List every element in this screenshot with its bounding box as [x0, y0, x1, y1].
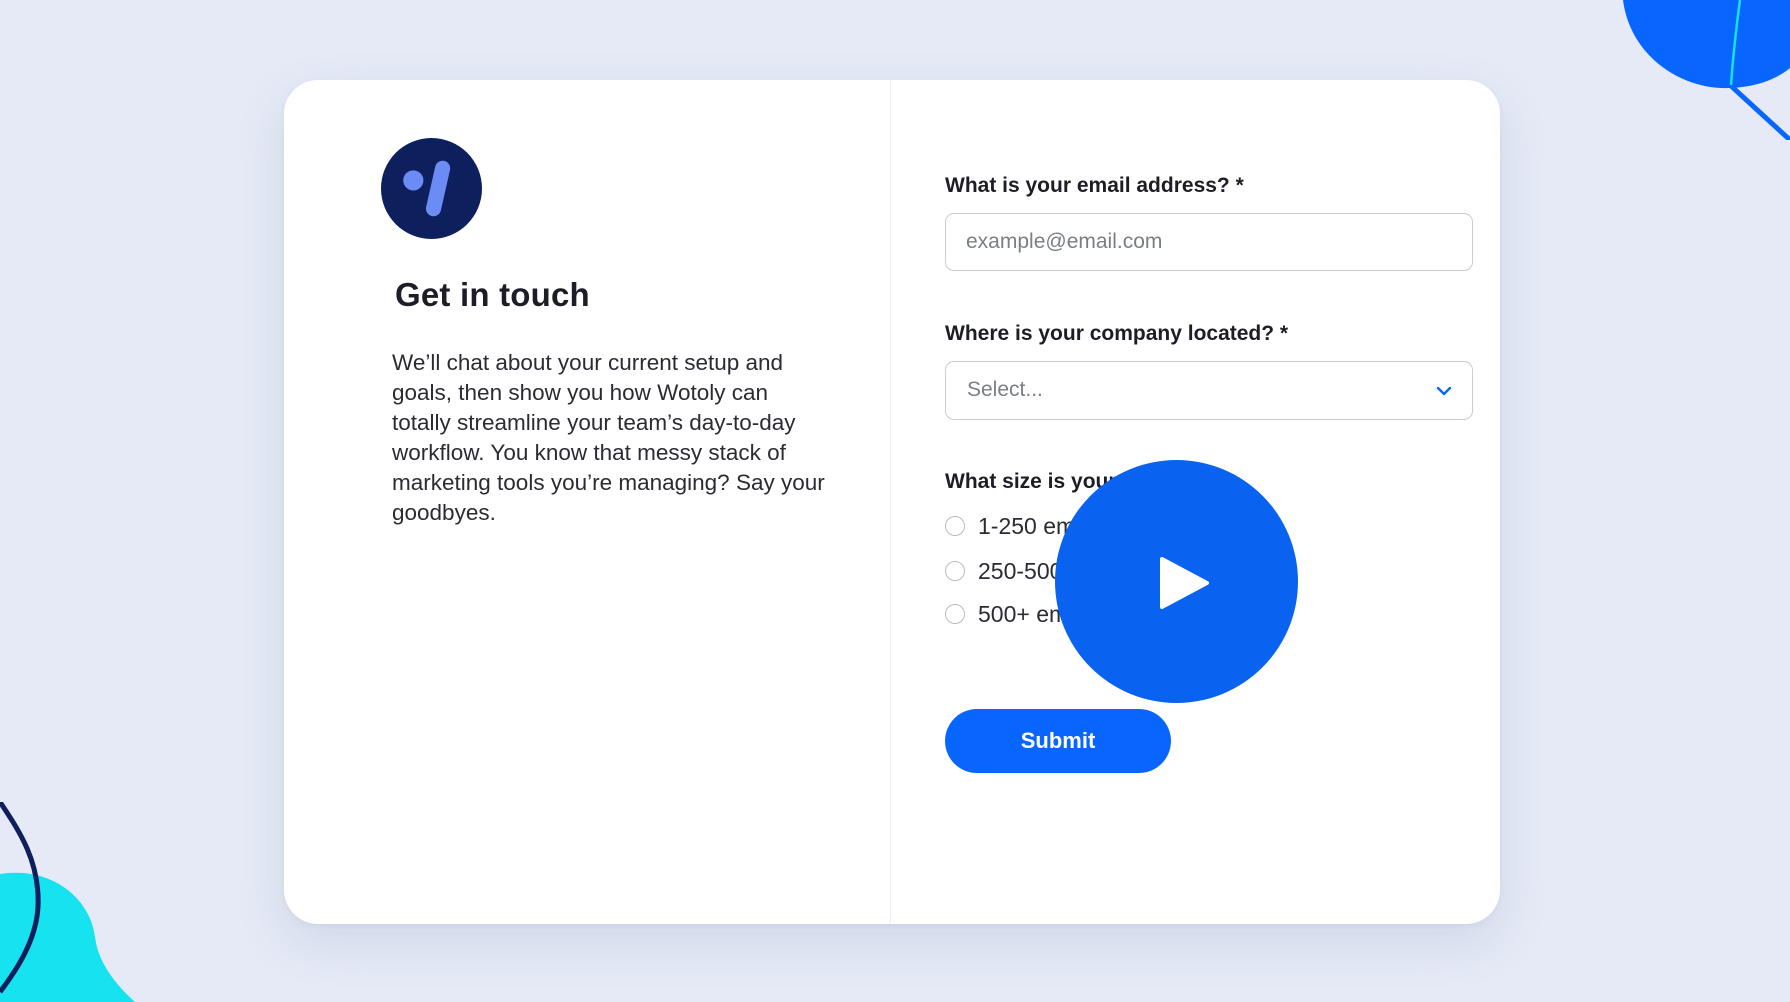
submit-button[interactable]: Submit: [945, 709, 1171, 773]
column-divider: [890, 80, 891, 924]
decorative-blob-bottom-left: [0, 802, 135, 1002]
radio-button[interactable]: [945, 516, 965, 536]
location-select[interactable]: Select...: [945, 361, 1473, 420]
radio-button[interactable]: [945, 604, 965, 624]
email-label: What is your email address? *: [945, 174, 1244, 197]
location-label: Where is your company located? *: [945, 322, 1289, 345]
radio-button[interactable]: [945, 561, 965, 581]
page-description: We’ll chat about your current setup and …: [392, 350, 825, 525]
video-play-button[interactable]: [1055, 460, 1298, 703]
brand-logo-icon: [381, 138, 482, 239]
contact-card: Get in touch We’ll chat about your curre…: [284, 80, 1500, 924]
play-icon: [1160, 557, 1209, 609]
chevron-down-icon: [1436, 386, 1452, 396]
decorative-blob-top-right: [1623, 0, 1790, 140]
location-select-value: Select...: [967, 378, 1043, 401]
email-field[interactable]: [945, 213, 1473, 271]
page-title: Get in touch: [395, 276, 590, 313]
